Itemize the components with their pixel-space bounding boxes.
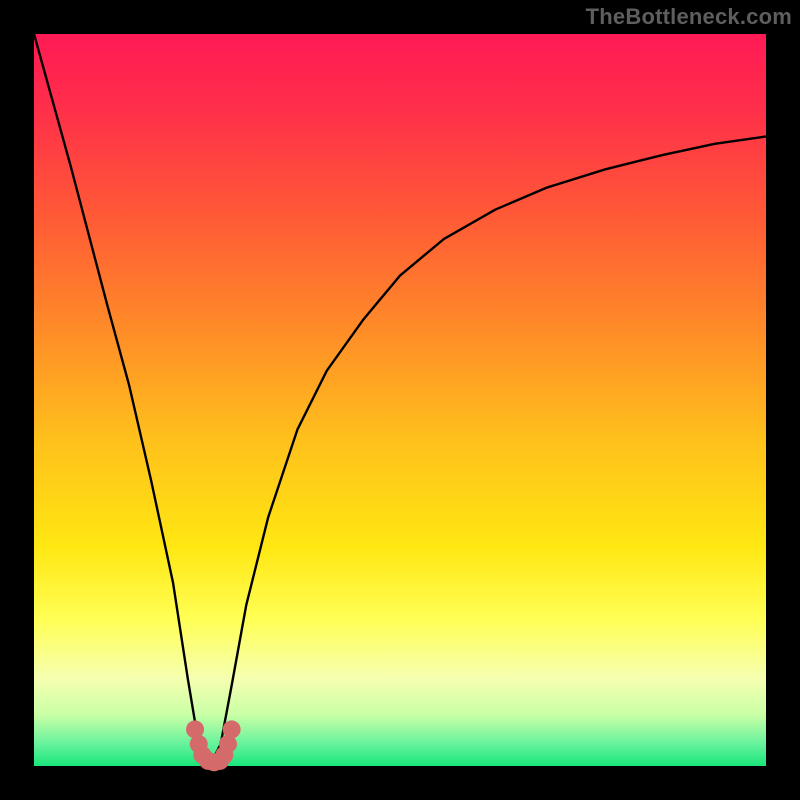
plot-background bbox=[34, 34, 766, 766]
chart-container: TheBottleneck.com bbox=[0, 0, 800, 800]
attribution-text: TheBottleneck.com bbox=[586, 4, 792, 30]
bottleneck-chart bbox=[0, 0, 800, 800]
notch-dot bbox=[223, 720, 241, 738]
